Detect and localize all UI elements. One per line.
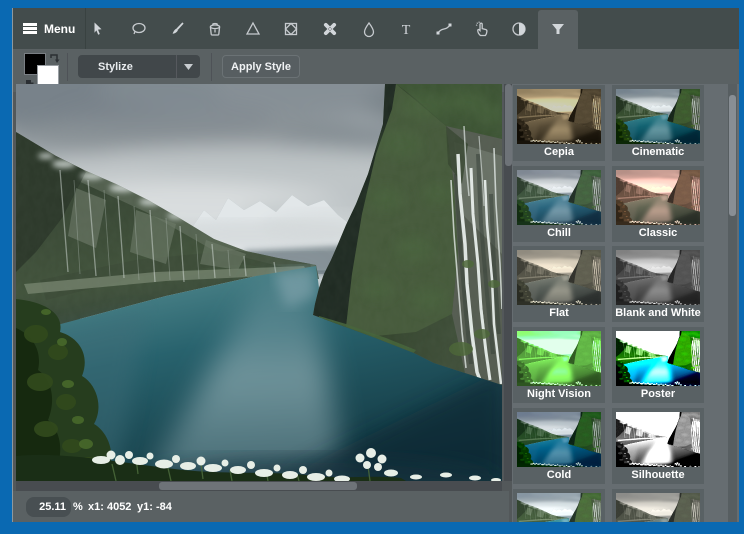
svg-text:T: T [402, 23, 411, 38]
